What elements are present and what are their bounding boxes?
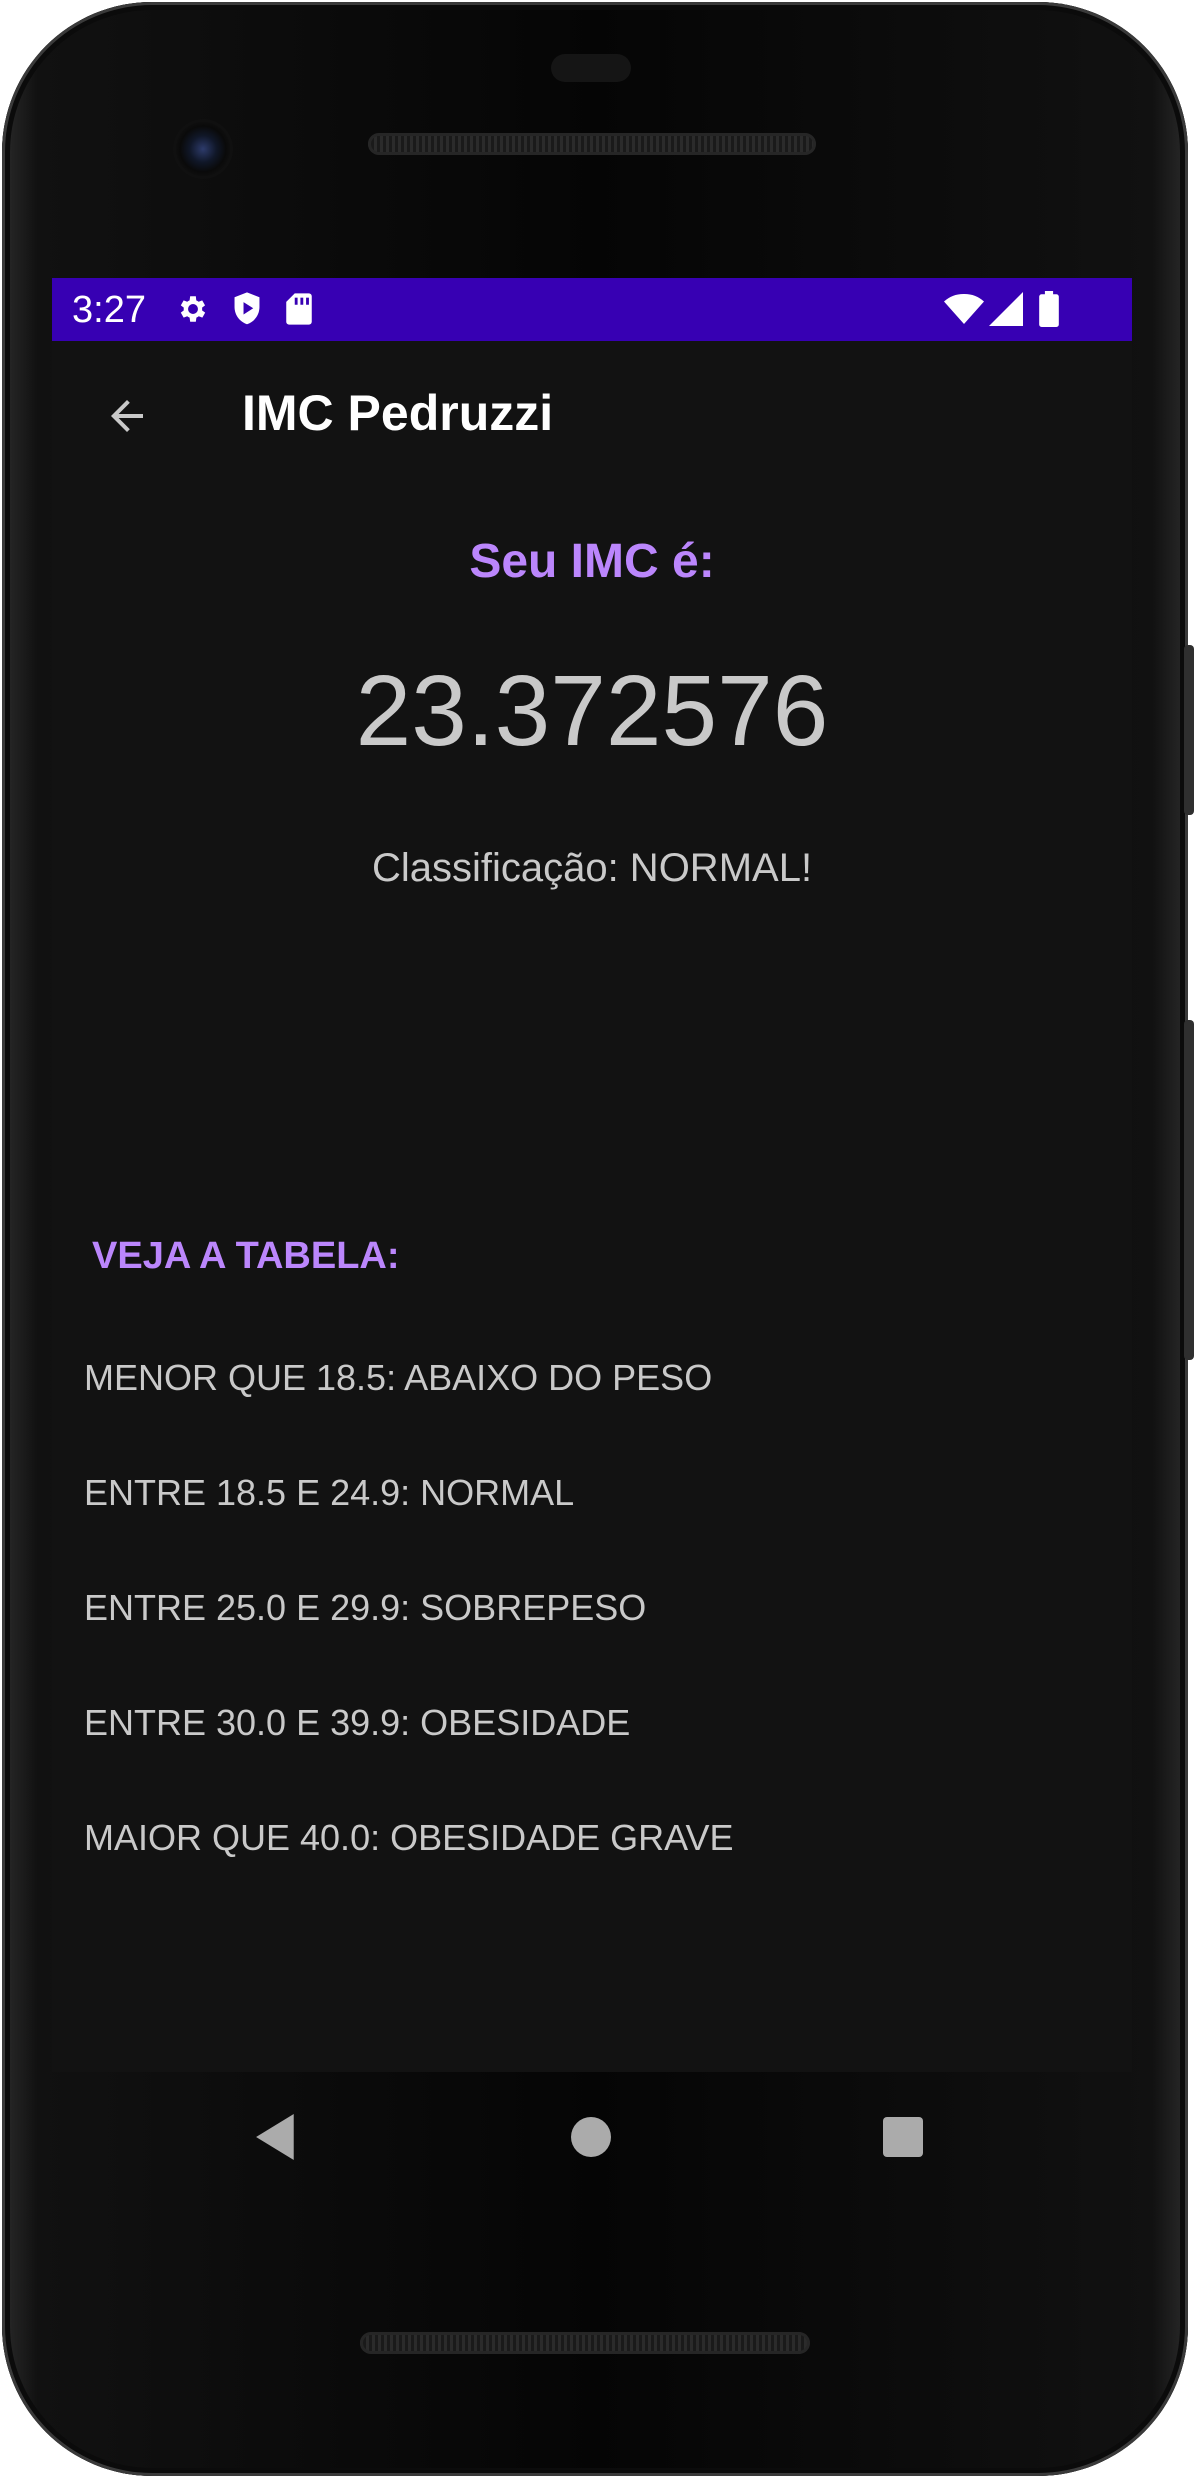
table-row: ENTRE 30.0 E 39.9: OBESIDADE (84, 1702, 631, 1743)
top-speaker-grille (368, 133, 816, 155)
phone-screen: 3:27 IMC Pedruzzi Seu IMC é: 23.372576 C… (52, 278, 1132, 2072)
shield-play-icon (228, 290, 266, 328)
top-sensor-slot (551, 54, 631, 82)
table-row: MENOR QUE 18.5: ABAIXO DO PESO (84, 1357, 713, 1398)
recents-square-icon[interactable] (868, 2102, 938, 2172)
navigation-bar (52, 2072, 1132, 2202)
arrow-left-icon[interactable] (92, 381, 162, 451)
sd-card-icon (284, 290, 314, 328)
app-bar: IMC Pedruzzi (52, 341, 1132, 491)
battery-icon (1036, 290, 1062, 328)
table-row: MAIOR QUE 40.0: OBESIDADE GRAVE (84, 1817, 734, 1858)
table-row: ENTRE 25.0 E 29.9: SOBREPESO (84, 1587, 647, 1628)
wifi-icon (942, 290, 986, 328)
cell-signal-icon (986, 290, 1026, 328)
app-title: IMC Pedruzzi (242, 385, 554, 441)
phone-device: 3:27 IMC Pedruzzi Seu IMC é: 23.372576 C… (0, 0, 1194, 2480)
home-circle-icon[interactable] (556, 2102, 626, 2172)
classification-text: Classificação: NORMAL! (371, 846, 813, 890)
table-title: VEJA A TABELA: (92, 1235, 400, 1277)
status-bar: 3:27 (52, 278, 1132, 341)
front-camera (176, 122, 230, 176)
volume-button (1184, 1020, 1194, 1360)
bottom-speaker-grille (360, 2332, 810, 2354)
back-triangle-icon[interactable] (242, 2102, 312, 2172)
bmi-value: 23.372576 (355, 655, 829, 767)
gear-icon (174, 290, 212, 328)
status-time: 3:27 (72, 289, 146, 331)
table-row: ENTRE 18.5 E 24.9: NORMAL (84, 1472, 575, 1513)
power-button (1184, 645, 1194, 815)
result-label: Seu IMC é: (469, 535, 715, 588)
